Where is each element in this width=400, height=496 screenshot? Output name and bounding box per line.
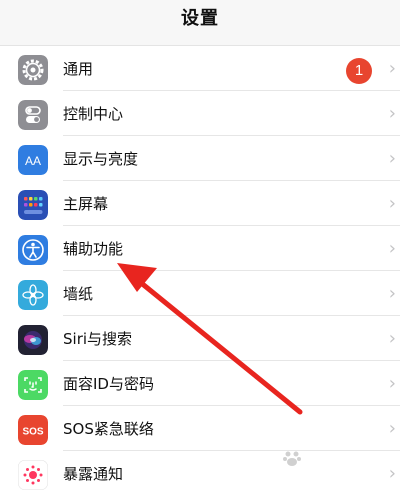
settings-item-label: 暴露通知 [63,465,124,483]
settings-item-control-center[interactable]: 控制中心 › [0,91,400,136]
text-size-icon: AA [18,145,48,175]
settings-item-label: 面容ID与密码 [63,375,154,393]
settings-item-general[interactable]: 通用 1 › [0,46,400,91]
settings-list: 通用 1 › 控制中心 › AA 显示与亮度 › 主屏幕 › 辅助功能 › 墙纸… [0,46,400,496]
settings-item-wallpaper[interactable]: 墙纸 › [0,271,400,316]
chevron-right-icon: › [388,328,396,349]
settings-item-siri-search[interactable]: Siri与搜索 › [0,316,400,361]
app-grid-icon [18,190,48,220]
header-bar: 设置 [0,0,400,46]
flower-icon [18,280,48,310]
chevron-right-icon: › [388,418,396,439]
settings-item-label: 控制中心 [63,105,124,123]
sos-icon: SOS [18,415,48,445]
chevron-right-icon: › [388,148,396,169]
gear-icon [18,55,48,85]
settings-item-label: 主屏幕 [63,195,109,213]
chevron-right-icon: › [388,373,396,394]
watermark-logo [282,444,392,472]
face-id-icon [18,370,48,400]
siri-icon [18,325,48,355]
chevron-right-icon: › [388,58,396,79]
settings-item-display-brightness[interactable]: AA 显示与亮度 › [0,136,400,181]
settings-item-label: Siri与搜索 [63,330,133,348]
svg-text:AA: AA [25,154,41,168]
settings-item-label: SOS紧急联络 [63,420,154,438]
chevron-right-icon: › [388,283,396,304]
settings-item-home-screen[interactable]: 主屏幕 › [0,181,400,226]
settings-item-label: 显示与亮度 [63,150,139,168]
page-title: 设置 [181,8,219,29]
chevron-right-icon: › [388,103,396,124]
chevron-right-icon: › [388,193,396,214]
settings-item-accessibility[interactable]: 辅助功能 › [0,226,400,271]
chevron-right-icon: › [388,238,396,259]
toggles-icon [18,100,48,130]
notification-badge: 1 [346,58,372,84]
settings-item-face-id[interactable]: 面容ID与密码 › [0,361,400,406]
settings-item-label: 辅助功能 [63,240,124,258]
exposure-icon [18,460,48,490]
svg-text:SOS: SOS [22,427,43,438]
settings-item-label: 通用 [63,60,94,78]
settings-item-label: 墙纸 [63,285,94,303]
accessibility-icon [18,235,48,265]
